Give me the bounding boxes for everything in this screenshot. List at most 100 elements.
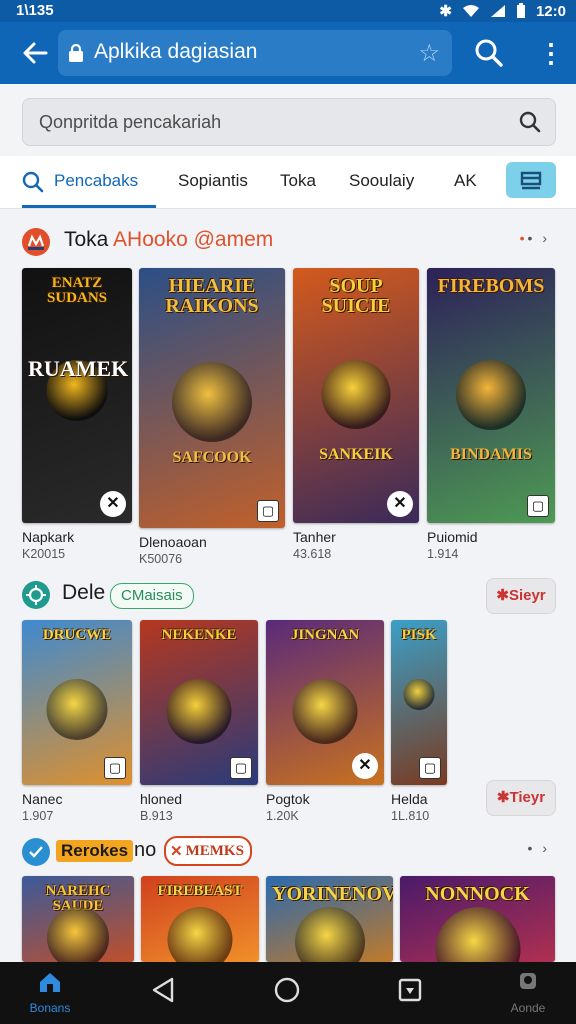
section-title-main: Toka [64,228,109,251]
section-dele-chip[interactable]: CMaisais [110,583,194,609]
nav-profile-label: Aonde [510,1001,546,1015]
game-card[interactable]: JINGNAN ✕ [266,620,384,785]
game-card-meta: Helda 1L.810 [391,791,429,823]
section-more-icon[interactable]: •• › [520,230,550,246]
game-card[interactable]: YORINENOVE [266,876,393,962]
wifi-icon [462,5,479,17]
game-character-art [172,362,252,442]
install-badge-icon[interactable]: ✕ [387,491,413,517]
nav-home-circle[interactable] [273,976,301,1009]
section-rerokes-header: Rerokes no ✕ MEMKS • › [0,832,576,872]
section-toka-header: Toka AHooko @amem •• › [0,222,576,262]
search-icon[interactable] [474,38,504,68]
section-dele-action-button-2[interactable]: ✱Tieyr [486,780,556,816]
game-character-art [294,907,365,962]
game-card-title: YORINENOVE [272,883,393,905]
game-card[interactable]: SOUP SUICIE SANKEIK ✕ [293,268,419,523]
battery-icon [516,3,525,18]
game-name: Helda [391,791,428,807]
more-vert-icon[interactable]: ⋮ [538,36,564,70]
tab-ak[interactable]: AK [454,156,477,208]
game-card-title: ENATZ SUDANS [46,275,107,306]
tab-label: Sooulaiy [349,171,415,190]
status-icons: ✱ 12:0 [439,2,566,21]
install-badge-icon[interactable]: ▢ [104,757,126,779]
game-card-meta: Puiomid 1.914 [427,529,478,561]
nav-recents[interactable] [396,976,424,1009]
tab-sopiantis[interactable]: Sopiantis [178,156,248,208]
game-card[interactable]: NAREHC SAUDE [22,876,134,962]
section-rerokes-logo: ✕ MEMKS [164,836,252,866]
install-badge-icon[interactable]: ▢ [230,757,252,779]
game-name: hloned [140,791,183,807]
game-card-subtitle: SAFCOOK [172,449,252,466]
game-card[interactable]: PISK ▢ [391,620,447,785]
install-badge-icon[interactable]: ✕ [352,753,378,779]
recents-square-icon [398,978,422,1002]
back-arrow-icon[interactable] [18,36,52,70]
status-time-right: 12:0 [535,2,566,20]
game-card-subtitle: SANKEIK [319,446,393,463]
install-badge-icon[interactable]: ✕ [100,491,126,517]
game-card[interactable]: FIREBEAST [141,876,259,962]
nav-home[interactable]: Bonans [22,970,78,1015]
game-character-art [321,360,391,429]
page-title: Aplkika dagiasian [94,40,258,63]
game-card-meta: Napkark K20015 [22,529,74,561]
section-dele-action-button[interactable]: ✱Sieyr [486,578,556,614]
section-more-icon-3[interactable]: • › [528,840,550,856]
bookmark-star-icon[interactable]: ☆ [418,39,440,68]
game-card-meta: hloned B.913 [140,791,182,823]
search-tab-icon [22,171,44,192]
game-card[interactable]: ENATZ SUDANS RUAMEK ✕ [22,268,132,523]
tab-label: AK [454,171,477,190]
tab-toka[interactable]: Toka [280,156,316,208]
game-card-meta: Nanec 1.907 [22,791,62,823]
install-badge-icon[interactable]: ▢ [257,500,279,522]
tab-bar: Pencabaks Sopiantis Toka Sooulaiy AK [0,156,576,209]
game-card[interactable]: HIEARIE RAIKONS SAFCOOK ▢ [139,268,285,528]
game-card[interactable]: FIREBOMS BINDAMIS ▢ [427,268,555,523]
game-card-meta: Dlenoaoan K50076 [139,534,207,566]
title-box[interactable]: Aplkika dagiasian ☆ [58,30,452,76]
game-card-meta: Pogtok 1.20K [266,791,310,823]
game-character-art [292,679,358,744]
game-size: 1L.810 [391,809,430,823]
install-badge-icon[interactable]: ▢ [419,757,441,779]
nav-home-label: Bonans [29,1001,71,1015]
game-size: 1.907 [22,809,54,823]
game-name: Nanec [22,791,63,807]
tab-label: Sopiantis [178,171,248,190]
nav-back[interactable] [150,976,178,1009]
game-card-title: DRUCWE [42,627,112,643]
gear-icon: ✱ [496,789,510,806]
install-badge-icon[interactable]: ▢ [527,495,549,517]
section-toka-icon [22,228,50,256]
status-bar: 1\135 ✱ 12:0 [0,0,576,22]
nav-profile[interactable]: Aonde [500,970,556,1015]
game-card-title: SOUP SUICIE [321,275,391,317]
section-rerokes-title: no [134,839,157,861]
section-rerokes-icon [22,838,50,866]
signal-icon [490,5,505,17]
game-card-title: FIREBOMS [437,275,545,297]
game-character-art [46,679,108,740]
search-input[interactable]: Qonpritda pencakariah [22,98,556,146]
section-dele-icon [22,581,50,609]
game-card[interactable]: NONNOCK [400,876,555,962]
section-dele-title: Dele [62,581,106,604]
button-label: Tieyr [509,789,546,806]
profile-icon [520,973,536,989]
tab-sooulaiy[interactable]: Sooulaiy [349,156,414,208]
search-field-icon[interactable] [519,111,541,133]
game-character-art [167,907,233,962]
back-triangle-icon [152,977,174,1003]
tab-pencabaks[interactable]: Pencabaks [22,156,156,208]
game-card[interactable]: NEKENKE ▢ [140,620,258,785]
game-card[interactable]: DRUCWE ▢ [22,620,132,785]
game-character-art [47,907,109,962]
list-view-button[interactable] [506,162,556,198]
game-card-title: HIEARIE RAIKONS [165,275,259,317]
section-rerokes-logo-text: MEMKS [185,842,244,859]
game-character-art [435,907,520,962]
